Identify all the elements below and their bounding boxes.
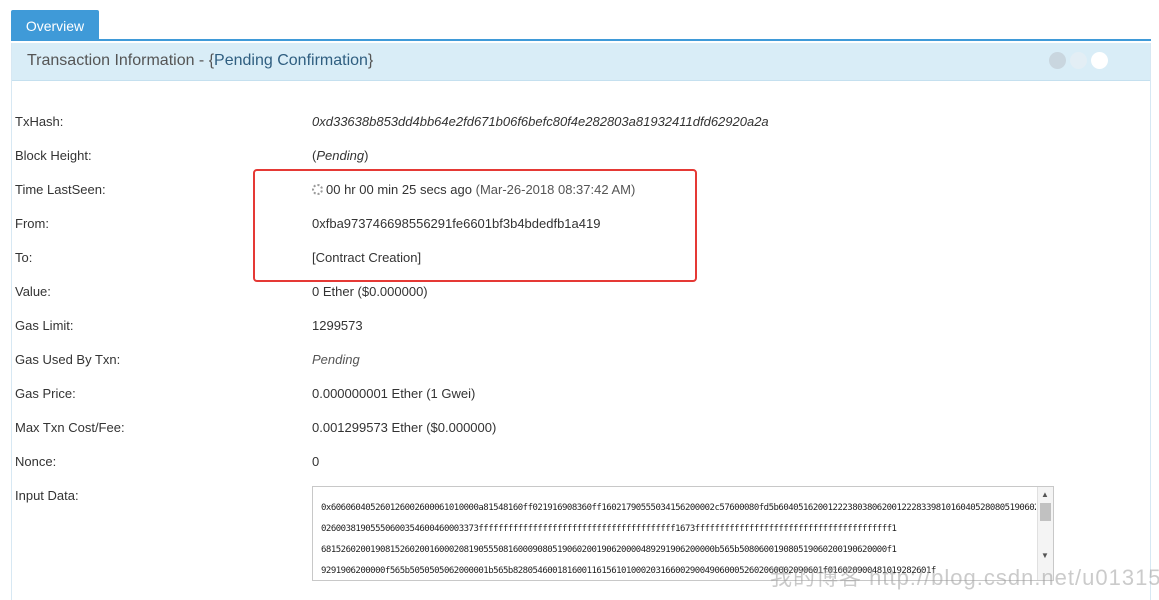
txhash-label: TxHash: xyxy=(15,114,64,129)
gas-limit-value: 1299573 xyxy=(312,318,363,333)
value-label: Value: xyxy=(15,284,51,299)
dot-icon[interactable] xyxy=(1070,52,1087,69)
gas-price-value: 0.000000001 Ether (1 Gwei) xyxy=(312,386,476,401)
nonce-row: Nonce: 0 xyxy=(15,454,1115,474)
gas-limit-label: Gas Limit: xyxy=(15,318,74,333)
panel-title: Transaction Information - {Pending Confi… xyxy=(27,52,373,70)
max-fee-value: 0.001299573 Ether ($0.000000) xyxy=(312,420,497,435)
value-row: Value: 0 Ether ($0.000000) xyxy=(15,284,1115,304)
scroll-up-icon[interactable]: ▲ xyxy=(1041,490,1049,499)
nonce-label: Nonce: xyxy=(15,454,57,469)
tab-overview[interactable]: Overview xyxy=(11,10,99,41)
pending-status: Pending Confirmation xyxy=(214,52,368,69)
block-height-pending: Pending xyxy=(316,148,365,163)
input-data-line: 02600381905550600354600460003373ffffffff… xyxy=(321,524,897,534)
txhash-value: 0xd33638b853dd4bb64e2fd671b06f6befc80f4e… xyxy=(312,114,769,129)
tab-bar: Overview xyxy=(11,0,1151,41)
txhash-row: TxHash: 0xd33638b853dd4bb64e2fd671b06f6b… xyxy=(15,114,1115,134)
to-label: To: xyxy=(15,250,33,265)
title-prefix: Transaction Information - { xyxy=(27,52,215,69)
dot-icon[interactable] xyxy=(1049,52,1066,69)
block-height-label: Block Height: xyxy=(15,148,92,163)
watermark: 我的博客 http://blog.csdn.net/u013155102 xyxy=(770,565,1159,590)
nonce-value: 0 xyxy=(312,454,320,469)
panel-controls xyxy=(1049,52,1108,69)
block-height-row: Block Height: (Pending) xyxy=(15,148,1115,168)
dot-icon[interactable] xyxy=(1091,52,1108,69)
gas-used-row: Gas Used By Txn: Pending xyxy=(15,352,1115,372)
gas-price-label: Gas Price: xyxy=(15,386,76,401)
title-suffix: } xyxy=(367,52,374,69)
input-data-line: 6815260200190815260200160002081905550816… xyxy=(321,545,897,555)
from-label: From: xyxy=(15,216,49,231)
scroll-thumb[interactable] xyxy=(1040,503,1051,521)
max-fee-label: Max Txn Cost/Fee: xyxy=(15,420,125,435)
input-data-line: 0x606060405260126002600061010000a8154816… xyxy=(321,503,1036,513)
panel-header: Transaction Information - {Pending Confi… xyxy=(12,43,1150,81)
input-data-label: Input Data: xyxy=(15,488,79,503)
gas-used-label: Gas Used By Txn: xyxy=(15,352,121,367)
gas-price-row: Gas Price: 0.000000001 Ether (1 Gwei) xyxy=(15,386,1115,406)
gas-used-value: Pending xyxy=(312,352,360,367)
red-highlight-annotation xyxy=(253,169,697,282)
max-fee-row: Max Txn Cost/Fee: 0.001299573 Ether ($0.… xyxy=(15,420,1115,440)
time-lastseen-label: Time LastSeen: xyxy=(15,182,106,197)
block-height-value: (Pending) xyxy=(312,148,369,163)
gas-limit-row: Gas Limit: 1299573 xyxy=(15,318,1115,338)
value-value: 0 Ether ($0.000000) xyxy=(312,284,428,299)
scroll-down-icon[interactable]: ▼ xyxy=(1041,551,1049,560)
